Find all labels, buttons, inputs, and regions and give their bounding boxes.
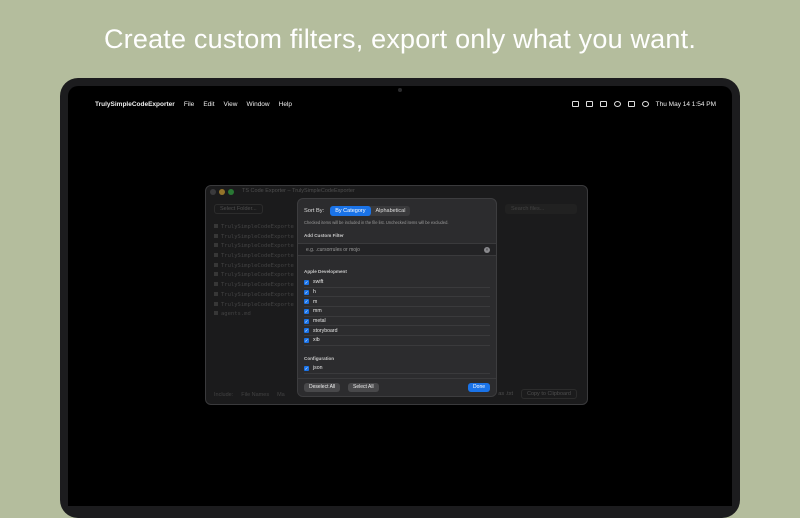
- deselect-all-button[interactable]: Deselect All: [304, 383, 341, 392]
- mute-icon[interactable]: [613, 101, 621, 107]
- display-icon[interactable]: [585, 101, 593, 107]
- menu-file[interactable]: File: [184, 101, 194, 108]
- filter-sheet: Sort By: By Category Alphabetical Checke…: [297, 198, 497, 397]
- list-item[interactable]: ✓ h: [304, 288, 490, 298]
- list-item[interactable]: ✓ mm: [304, 307, 490, 317]
- menu-help[interactable]: Help: [279, 101, 292, 108]
- checkbox-checked-icon[interactable]: ✓: [304, 299, 309, 305]
- add-custom-filter-label: Add Custom Filter: [304, 233, 344, 238]
- select-all-button[interactable]: Select All: [348, 383, 379, 392]
- clear-icon[interactable]: ×: [484, 247, 490, 253]
- screen: TrulySimpleCodeExporter File Edit View W…: [68, 86, 732, 506]
- checkbox-checked-icon[interactable]: ✓: [304, 328, 309, 334]
- menu-view[interactable]: View: [224, 101, 238, 108]
- sort-row: Sort By: By Category Alphabetical: [304, 206, 411, 216]
- checkbox-checked-icon[interactable]: ✓: [304, 289, 309, 295]
- list-item[interactable]: ✓ json: [304, 364, 490, 374]
- checkbox-checked-icon[interactable]: ✓: [304, 279, 309, 285]
- apple-development-label: Apple Development: [304, 269, 347, 274]
- camera-notch: [398, 88, 402, 92]
- sort-segmented-control: By Category Alphabetical: [330, 206, 411, 216]
- configuration-list: ✓ json: [304, 364, 490, 374]
- checkbox-checked-icon[interactable]: ✓: [304, 318, 309, 324]
- list-item[interactable]: ✓ storyboard: [304, 326, 490, 337]
- list-item[interactable]: ✓ swift: [304, 278, 490, 288]
- checkbox-checked-icon[interactable]: ✓: [304, 365, 309, 371]
- menu-app-name[interactable]: TrulySimpleCodeExporter: [95, 101, 175, 108]
- checkbox-checked-icon[interactable]: ✓: [304, 337, 309, 343]
- sort-alphabetical-button[interactable]: Alphabetical: [371, 206, 411, 216]
- battery-icon[interactable]: [599, 101, 607, 107]
- sort-by-label: Sort By:: [304, 208, 325, 214]
- headline: Create custom filters, export only what …: [103, 24, 697, 54]
- apple-development-list: ✓ swift ✓ h ✓ m ✓ mm ✓ metal ✓ storyboard ✓ xib: [304, 278, 490, 346]
- menu-edit[interactable]: Edit: [203, 101, 214, 108]
- list-item[interactable]: ✓ metal: [304, 317, 490, 327]
- list-item[interactable]: ✓ m: [304, 297, 490, 308]
- wifi-icon[interactable]: [627, 101, 635, 107]
- sheet-footer: Deselect All Select All Done: [298, 378, 496, 396]
- sheet-note: Checked items will be included in the fi…: [304, 220, 449, 225]
- configuration-label: Configuration: [304, 356, 335, 361]
- menu-extras: Thu May 14 1:54 PM: [571, 101, 716, 108]
- shield-icon[interactable]: [571, 101, 579, 107]
- done-button[interactable]: Done: [468, 383, 490, 392]
- menu-bar: TrulySimpleCodeExporter File Edit View W…: [68, 97, 732, 111]
- custom-filter-input[interactable]: [306, 246, 476, 254]
- custom-filter-field: ×: [298, 243, 496, 256]
- list-item[interactable]: ✓ xib: [304, 336, 490, 346]
- menu-window[interactable]: Window: [247, 101, 270, 108]
- sort-by-category-button[interactable]: By Category: [330, 206, 371, 216]
- checkbox-checked-icon[interactable]: ✓: [304, 308, 309, 314]
- control-center-icon[interactable]: [641, 101, 649, 107]
- menu-clock[interactable]: Thu May 14 1:54 PM: [656, 101, 716, 108]
